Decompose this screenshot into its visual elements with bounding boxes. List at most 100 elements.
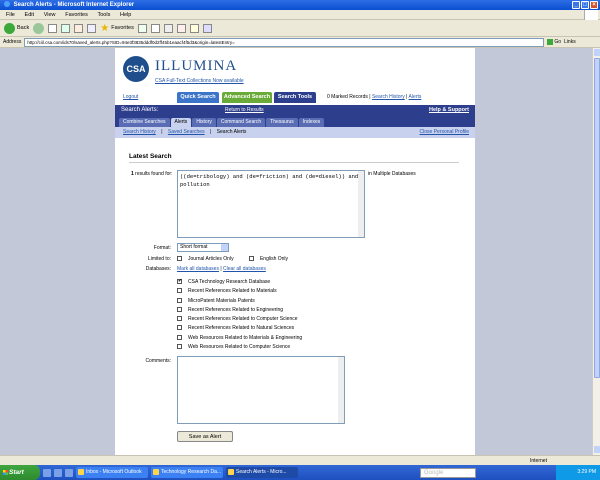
database-checkbox[interactable]	[177, 344, 182, 350]
databases-label: Databases:	[145, 266, 171, 272]
logout-link[interactable]: Logout	[123, 94, 138, 100]
back-button[interactable]: Back	[4, 22, 30, 34]
windows-flag-icon	[584, 10, 598, 20]
scroll-up-icon[interactable]	[594, 49, 600, 56]
database-checkbox[interactable]	[177, 334, 182, 340]
csa-logo[interactable]: CSA	[123, 56, 149, 82]
mail-icon[interactable]	[150, 23, 160, 33]
google-search-box[interactable]: Google	[420, 467, 476, 478]
fulltext-link[interactable]: CSA Full-Text Collections Now available	[155, 78, 244, 84]
quicklaunch-icon[interactable]	[43, 468, 51, 477]
print-icon[interactable]	[163, 23, 173, 33]
favorites-button[interactable]: ★ Favorites	[100, 23, 134, 34]
go-button[interactable]: Go	[547, 39, 561, 45]
page-scrollbar[interactable]	[592, 48, 600, 455]
tab-command-search[interactable]: Command Search	[216, 118, 266, 127]
folder-icon[interactable]	[189, 23, 199, 33]
stop-icon[interactable]	[48, 23, 58, 33]
links-button[interactable]: Links	[564, 39, 576, 45]
taskbar-item-research[interactable]: Technology Research Da...	[151, 467, 223, 478]
chevron-down-icon	[221, 244, 228, 251]
format-label: Format:	[153, 245, 171, 251]
search-icon[interactable]	[87, 23, 97, 33]
minimize-button[interactable]: _	[572, 1, 580, 9]
database-checkbox[interactable]	[177, 278, 182, 285]
start-button[interactable]: Start	[0, 465, 40, 480]
star-icon: ★	[100, 22, 110, 34]
mark-all-link[interactable]: Mark all databases	[177, 266, 219, 272]
scroll-thumb[interactable]	[594, 58, 600, 378]
subnav-current: Search Alerts	[216, 129, 247, 135]
comments-label: Comments:	[145, 358, 171, 364]
tab-alerts[interactable]: Alerts	[170, 118, 192, 127]
quicklaunch-icon[interactable]	[65, 468, 73, 477]
browser-viewport: CSA ILLUMINA CSA Full-Text Collections N…	[0, 48, 592, 455]
database-checkbox[interactable]	[177, 316, 182, 322]
search-tools-tab[interactable]: Search Tools	[274, 92, 316, 103]
refresh-icon[interactable]	[61, 23, 71, 33]
journal-only-label: Journal Articles Only	[188, 256, 234, 262]
maximize-button[interactable]: □	[581, 1, 589, 9]
tab-thesaurus[interactable]: Thesaurus	[266, 118, 298, 127]
forward-button[interactable]	[33, 22, 45, 34]
go-label: Go	[554, 39, 562, 45]
history-icon[interactable]	[137, 23, 147, 33]
database-actions: Mark all databases | Clear all databases	[177, 266, 266, 272]
scroll-down-icon[interactable]	[594, 446, 600, 453]
database-checkbox[interactable]	[177, 288, 182, 294]
query-scrollbar[interactable]	[358, 171, 364, 237]
database-checkbox[interactable]	[177, 325, 182, 331]
save-alert-button[interactable]: Save as Alert	[177, 431, 233, 442]
top-nav: Logout Quick Search Advanced Search Sear…	[115, 92, 475, 105]
url-input[interactable]: http://ciil.csa.com/ids70/saved_alerts.p…	[24, 37, 545, 47]
menu-help[interactable]: Help	[120, 12, 131, 18]
toolbar: Back ★ Favorites	[0, 20, 600, 37]
close-button[interactable]: ×	[590, 1, 598, 9]
journal-only-checkbox[interactable]	[177, 256, 182, 261]
menu-bar: File Edit View Favorites Tools Help	[0, 10, 600, 20]
menu-view[interactable]: View	[44, 12, 56, 18]
divider	[129, 162, 459, 163]
marked-records-count: 0 Marked Records	[327, 94, 368, 100]
go-arrow-icon	[547, 39, 554, 45]
advanced-search-tab[interactable]: Advanced Search	[222, 92, 272, 103]
query-textarea[interactable]: ((de=tribology) and (de=friction) and (d…	[177, 170, 365, 238]
section-title: Search Alerts:	[121, 107, 159, 113]
help-support-link[interactable]: Help & Support	[429, 105, 469, 116]
list-item: MicroPatent Materials Patents	[177, 297, 302, 306]
english-only-checkbox[interactable]	[248, 256, 254, 261]
marked-records-nav: 0 Marked Records | Search History | Aler…	[327, 94, 422, 100]
comments-textarea[interactable]	[177, 356, 345, 424]
quicklaunch-icon[interactable]	[54, 468, 62, 477]
return-to-results-link[interactable]: Return to Results	[225, 105, 264, 116]
back-label: Back	[17, 25, 30, 31]
edit-icon[interactable]	[176, 23, 186, 33]
search-history-link[interactable]: Search History	[372, 94, 405, 100]
menu-edit[interactable]: Edit	[25, 12, 34, 18]
menu-file[interactable]: File	[6, 12, 15, 18]
taskbar-item-outlook[interactable]: Inbox - Microsoft Outlook	[76, 467, 148, 478]
home-icon[interactable]	[74, 23, 84, 33]
database-list: CSA Technology Research Database Recent …	[177, 278, 302, 352]
tab-indexes[interactable]: Indexes	[298, 118, 325, 127]
database-checkbox[interactable]	[177, 297, 182, 303]
results-label: 1 results found for:	[131, 171, 173, 177]
database-checkbox[interactable]	[177, 306, 182, 312]
subnav-saved-searches[interactable]: Saved Searches	[168, 129, 205, 135]
alerts-link[interactable]: Alerts	[409, 94, 422, 100]
tab-history[interactable]: History	[192, 118, 216, 127]
messenger-icon[interactable]	[202, 23, 212, 33]
tab-combine-searches[interactable]: Combine Searches	[119, 118, 170, 127]
menu-favorites[interactable]: Favorites	[65, 12, 88, 18]
window-title: Search Alerts - Microsoft Internet Explo…	[13, 2, 135, 8]
list-item: CSA Technology Research Database	[177, 278, 302, 287]
menu-tools[interactable]: Tools	[98, 12, 111, 18]
quick-search-tab[interactable]: Quick Search	[177, 92, 219, 103]
clear-all-link[interactable]: Clear all databases	[223, 266, 266, 272]
format-select[interactable]: Short format	[177, 243, 229, 252]
taskbar-item-search-alerts[interactable]: Search Alerts - Micro...	[226, 467, 298, 478]
close-profile-link[interactable]: Close Personal Profile	[420, 127, 469, 138]
comments-scrollbar[interactable]	[338, 357, 344, 423]
subnav-search-history[interactable]: Search History	[123, 129, 156, 135]
list-item: Recent References Related to Engineering	[177, 306, 302, 315]
